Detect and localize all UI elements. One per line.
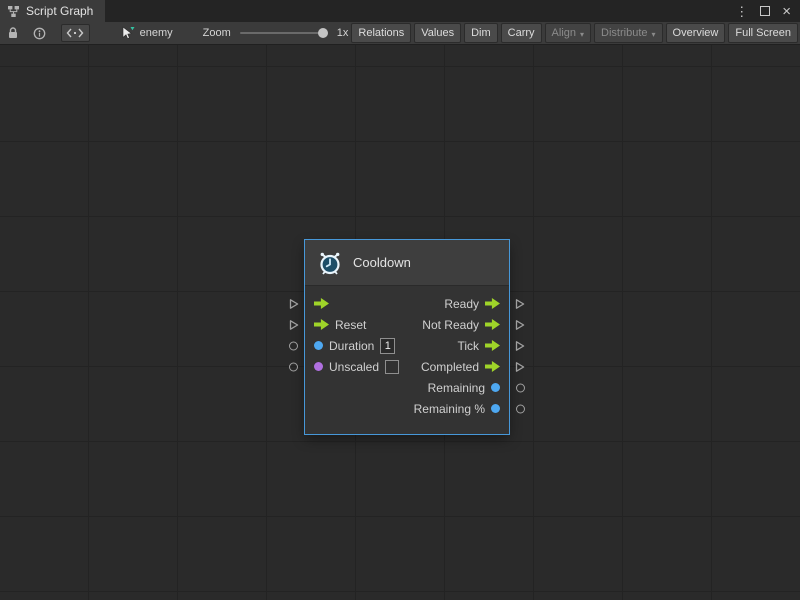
distribute-dropdown-button[interactable]: Distribute ▾	[594, 23, 662, 43]
port-row: Remaining	[305, 377, 509, 398]
title-bar: Script Graph ⋮ ×	[0, 0, 800, 22]
toolbar-buttons: Relations Values Dim Carry Align ▾ Distr…	[348, 22, 800, 44]
node-body: Ready Reset Not Ready	[305, 286, 509, 434]
window-controls: ⋮ ×	[735, 0, 800, 22]
port-label: Ready	[444, 297, 479, 311]
dim-button[interactable]: Dim	[464, 23, 498, 43]
zoom-slider[interactable]	[240, 27, 328, 39]
flow-output-port-icon[interactable]	[485, 340, 500, 351]
port-row: Unscaled Completed	[305, 356, 509, 377]
zoom-control: Zoom 1x	[203, 27, 349, 39]
maximize-icon[interactable]	[760, 6, 770, 16]
cursor-icon	[122, 26, 135, 40]
relations-button[interactable]: Relations	[351, 23, 411, 43]
zoom-value: 1x	[337, 27, 349, 39]
overview-button[interactable]: Overview	[666, 23, 726, 43]
port-label: Unscaled	[329, 360, 379, 374]
align-dropdown-button[interactable]: Align ▾	[545, 23, 591, 43]
number-input-port-icon[interactable]	[314, 341, 323, 350]
port-label: Duration	[329, 339, 374, 353]
boolean-input-port-icon[interactable]	[314, 362, 323, 371]
chevron-down-icon: ▾	[652, 30, 656, 39]
port-label: Completed	[421, 360, 479, 374]
node-header[interactable]: Cooldown	[305, 240, 509, 286]
chevron-down-icon: ▾	[580, 30, 584, 39]
visual-scripting-window: Script Graph ⋮ ×	[0, 0, 800, 600]
graph-canvas[interactable]: Cooldown Ready	[0, 45, 800, 600]
value-input-connector[interactable]	[289, 362, 298, 371]
value-output-connector[interactable]	[516, 404, 525, 413]
unscaled-checkbox[interactable]	[385, 360, 399, 374]
port-row: Reset Not Ready	[305, 314, 509, 335]
flow-output-connector[interactable]	[515, 319, 525, 331]
full-screen-button[interactable]: Full Screen	[728, 23, 798, 43]
zoom-slider-handle[interactable]	[318, 28, 328, 38]
node-title: Cooldown	[353, 255, 411, 270]
flow-output-connector[interactable]	[515, 340, 525, 352]
alarm-clock-icon	[317, 250, 343, 276]
graph-context-label: enemy	[140, 27, 173, 39]
port-row: Duration Tick	[305, 335, 509, 356]
value-output-connector[interactable]	[516, 383, 525, 392]
number-output-port-icon[interactable]	[491, 383, 500, 392]
tab-title: Script Graph	[26, 4, 93, 18]
flow-output-port-icon[interactable]	[485, 298, 500, 309]
flow-output-port-icon[interactable]	[485, 361, 500, 372]
port-row: Remaining %	[305, 398, 509, 419]
value-input-connector[interactable]	[289, 341, 298, 350]
flow-input-port-icon[interactable]	[314, 298, 329, 309]
window-menu-icon[interactable]: ⋮	[735, 5, 748, 18]
port-row: Ready	[305, 293, 509, 314]
lock-icon[interactable]	[0, 22, 26, 44]
zoom-slider-track[interactable]	[240, 32, 328, 34]
flow-input-connector[interactable]	[289, 298, 299, 310]
close-icon[interactable]: ×	[782, 4, 791, 19]
graph-context-breadcrumb[interactable]: enemy	[122, 26, 173, 40]
graph-toolbar: enemy Zoom 1x Relations Values Dim Carry…	[0, 22, 800, 45]
info-icon[interactable]	[26, 22, 53, 44]
flow-input-port-icon[interactable]	[314, 319, 329, 330]
port-label: Remaining	[428, 381, 485, 395]
port-label: Remaining %	[414, 402, 485, 416]
script-graph-icon	[7, 5, 20, 18]
flow-input-connector[interactable]	[289, 319, 299, 331]
duration-value-field[interactable]	[380, 338, 395, 354]
code-view-icon[interactable]	[61, 24, 90, 42]
tab-script-graph[interactable]: Script Graph	[0, 0, 105, 22]
cooldown-node[interactable]: Cooldown Ready	[305, 240, 509, 434]
zoom-label: Zoom	[203, 27, 231, 39]
flow-output-connector[interactable]	[515, 361, 525, 373]
carry-button[interactable]: Carry	[501, 23, 542, 43]
flow-output-port-icon[interactable]	[485, 319, 500, 330]
flow-output-connector[interactable]	[515, 298, 525, 310]
values-button[interactable]: Values	[414, 23, 461, 43]
number-output-port-icon[interactable]	[491, 404, 500, 413]
port-label: Tick	[457, 339, 479, 353]
port-label: Reset	[335, 318, 366, 332]
port-label: Not Ready	[422, 318, 479, 332]
